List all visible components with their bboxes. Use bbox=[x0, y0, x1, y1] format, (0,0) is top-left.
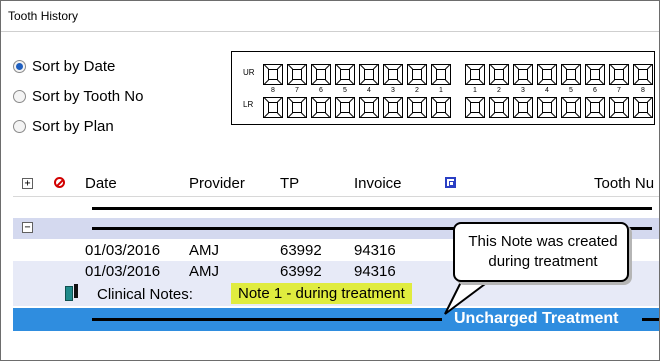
window-body: Sort by Date Sort by Tooth No Sort by Pl… bbox=[1, 33, 659, 360]
lower-tooth-icon[interactable] bbox=[633, 97, 653, 118]
column-tooth-no[interactable]: Tooth Nu bbox=[594, 175, 654, 192]
sort-by-date-label: Sort by Date bbox=[32, 58, 116, 75]
cell-date: 01/03/2016 bbox=[85, 242, 161, 259]
lower-tooth-icon[interactable] bbox=[383, 97, 403, 118]
upper-tooth-icon[interactable] bbox=[513, 64, 533, 85]
tooth-number: 2 bbox=[497, 87, 501, 94]
upper-tooth-icon[interactable] bbox=[537, 64, 557, 85]
lower-tooth-icon[interactable] bbox=[431, 97, 451, 118]
lower-tooth-icon[interactable] bbox=[335, 97, 355, 118]
separator-line bbox=[92, 318, 442, 321]
radio-unchecked-icon[interactable] bbox=[13, 90, 26, 103]
tooth-number: 7 bbox=[295, 87, 299, 94]
cell-tp: 63992 bbox=[280, 242, 322, 259]
tooth-history-window: Tooth History Sort by Date Sort by Tooth… bbox=[0, 0, 660, 361]
cell-provider: AMJ bbox=[189, 242, 219, 259]
separator-line bbox=[642, 318, 659, 321]
sort-by-tooth-option[interactable]: Sort by Tooth No bbox=[13, 88, 143, 105]
lower-tooth-icon[interactable] bbox=[537, 97, 557, 118]
lower-right-label: LR bbox=[243, 100, 254, 109]
upper-right-label: UR bbox=[243, 68, 255, 77]
cell-invoice: 94316 bbox=[354, 263, 396, 280]
tooth-number: 2 bbox=[415, 87, 419, 94]
clinical-notes-row[interactable]: Clinical Notes: Note 1 - during treatmen… bbox=[13, 282, 659, 306]
collapse-group-icon[interactable]: − bbox=[22, 222, 33, 233]
tooth-number: 3 bbox=[521, 87, 525, 94]
separator-line bbox=[92, 207, 652, 210]
upper-tooth-icon[interactable] bbox=[287, 64, 307, 85]
lower-tooth-icon[interactable] bbox=[489, 97, 509, 118]
upper-tooth-icon[interactable] bbox=[489, 64, 509, 85]
lower-tooth-icon[interactable] bbox=[311, 97, 331, 118]
upper-tooth-icon[interactable] bbox=[561, 64, 581, 85]
sort-by-tooth-label: Sort by Tooth No bbox=[32, 88, 144, 105]
upper-tooth-icon[interactable] bbox=[633, 64, 653, 85]
tooth-number: 8 bbox=[271, 87, 275, 94]
clinical-note-value: Note 1 - during treatment bbox=[231, 283, 412, 304]
sort-by-plan-label: Sort by Plan bbox=[32, 118, 114, 135]
lower-tooth-icon[interactable] bbox=[585, 97, 605, 118]
tooth-number: 1 bbox=[473, 87, 477, 94]
radio-unchecked-icon[interactable] bbox=[13, 120, 26, 133]
tooth-number: 6 bbox=[593, 87, 597, 94]
lower-tooth-icon[interactable] bbox=[513, 97, 533, 118]
tooth-chart[interactable]: UR LR 8 7 6 5 4 3 2 1 1 2 3 4 5 6 7 8 bbox=[231, 51, 655, 125]
tooth-number: 1 bbox=[439, 87, 443, 94]
upper-tooth-icon[interactable] bbox=[407, 64, 427, 85]
cell-invoice: 94316 bbox=[354, 242, 396, 259]
tooth-number: 8 bbox=[641, 87, 645, 94]
upper-tooth-icon[interactable] bbox=[263, 64, 283, 85]
cell-date: 01/03/2016 bbox=[85, 263, 161, 280]
tooth-number: 6 bbox=[319, 87, 323, 94]
lower-tooth-icon[interactable] bbox=[609, 97, 629, 118]
upper-tooth-icon[interactable] bbox=[359, 64, 379, 85]
no-entry-icon bbox=[54, 177, 65, 188]
lower-tooth-icon[interactable] bbox=[263, 97, 283, 118]
lower-tooth-icon[interactable] bbox=[359, 97, 379, 118]
tooth-number: 3 bbox=[391, 87, 395, 94]
sort-by-date-option[interactable]: Sort by Date bbox=[13, 58, 115, 75]
tooth-number: 4 bbox=[367, 87, 371, 94]
column-date[interactable]: Date bbox=[85, 175, 117, 192]
upper-tooth-icon[interactable] bbox=[383, 64, 403, 85]
lower-tooth-icon[interactable] bbox=[287, 97, 307, 118]
upper-tooth-icon[interactable] bbox=[335, 64, 355, 85]
uncharged-treatment-row[interactable]: Uncharged Treatment bbox=[13, 308, 659, 331]
callout-pointer bbox=[444, 276, 496, 315]
lower-tooth-icon[interactable] bbox=[465, 97, 485, 118]
tooth-number: 7 bbox=[617, 87, 621, 94]
callout-tooltip: This Note was created during treatment bbox=[453, 222, 629, 282]
upper-tooth-icon[interactable] bbox=[465, 64, 485, 85]
column-tp[interactable]: TP bbox=[280, 175, 299, 192]
lower-tooth-icon[interactable] bbox=[561, 97, 581, 118]
tooth-number: 4 bbox=[545, 87, 549, 94]
title-bar: Tooth History bbox=[1, 1, 659, 32]
column-provider[interactable]: Provider bbox=[189, 175, 245, 192]
window-title: Tooth History bbox=[8, 9, 79, 23]
cell-provider: AMJ bbox=[189, 263, 219, 280]
tooth-number: 5 bbox=[569, 87, 573, 94]
tooth-number: 5 bbox=[343, 87, 347, 94]
cell-tp: 63992 bbox=[280, 263, 322, 280]
clinical-notes-pen-icon bbox=[65, 284, 79, 302]
sort-by-plan-option[interactable]: Sort by Plan bbox=[13, 118, 114, 135]
upper-tooth-icon[interactable] bbox=[609, 64, 629, 85]
clinical-notes-label: Clinical Notes: bbox=[97, 286, 193, 303]
upper-tooth-icon[interactable] bbox=[311, 64, 331, 85]
lower-tooth-icon[interactable] bbox=[407, 97, 427, 118]
expand-all-icon[interactable]: + bbox=[22, 178, 33, 189]
upper-tooth-icon[interactable] bbox=[585, 64, 605, 85]
grid-header: + Date Provider TP Invoice Tooth Nu bbox=[13, 171, 659, 197]
column-invoice[interactable]: Invoice bbox=[354, 175, 402, 192]
separator-row bbox=[13, 198, 659, 218]
tooth-column-icon bbox=[445, 177, 456, 188]
radio-checked-icon[interactable] bbox=[13, 60, 26, 73]
upper-tooth-icon[interactable] bbox=[431, 64, 451, 85]
callout-text: This Note was created during treatment bbox=[468, 233, 618, 270]
